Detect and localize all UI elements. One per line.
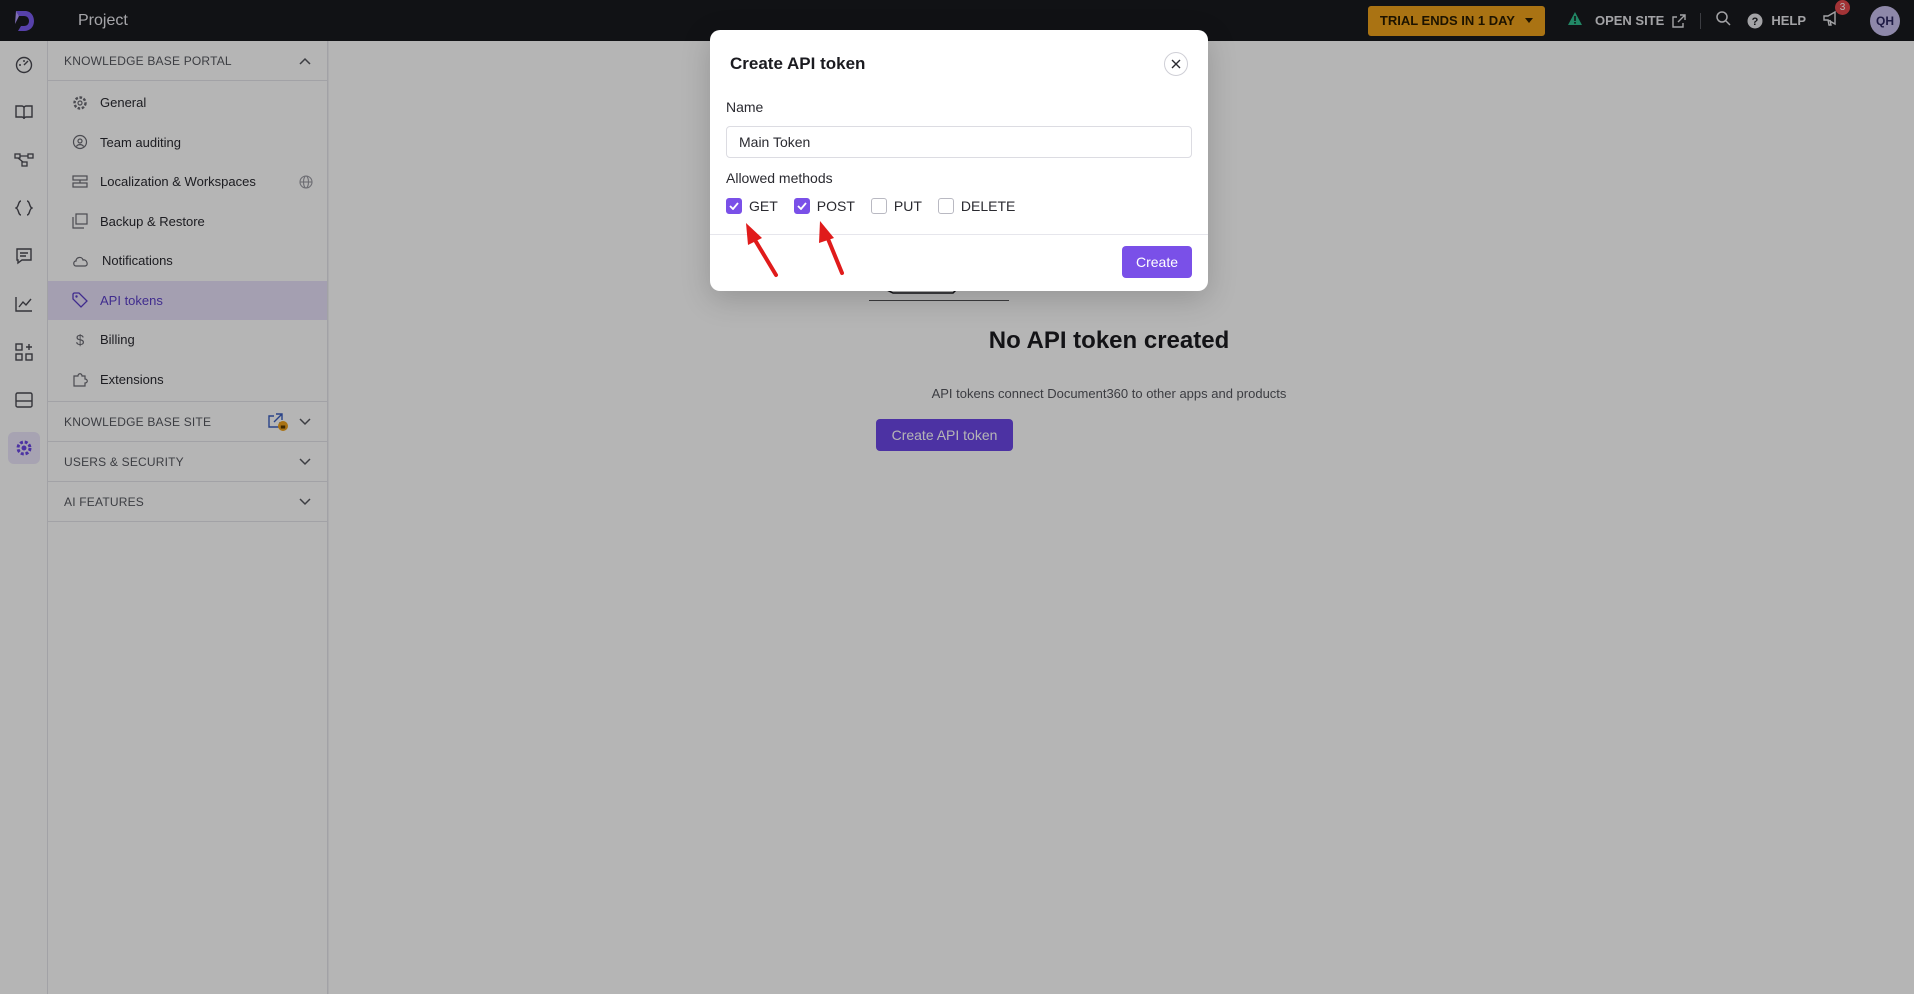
get-checkbox[interactable] xyxy=(726,198,742,214)
checkmark-icon xyxy=(729,202,739,210)
checkmark-icon xyxy=(797,202,807,210)
method-label: GET xyxy=(749,198,778,214)
method-put-option[interactable]: PUT xyxy=(870,198,922,214)
method-label: DELETE xyxy=(960,198,1016,214)
modal-divider xyxy=(710,234,1208,235)
method-label: POST xyxy=(816,198,855,214)
method-delete-option[interactable]: DELETE xyxy=(937,198,1016,214)
close-icon xyxy=(1171,59,1181,69)
name-label: Name xyxy=(726,99,764,115)
delete-checkbox[interactable] xyxy=(937,198,954,214)
allowed-methods-group: GET POST PUT DELETE xyxy=(726,198,1031,214)
token-name-input[interactable] xyxy=(726,126,1192,158)
method-post-option[interactable]: POST xyxy=(793,198,855,214)
create-button[interactable]: Create xyxy=(1122,246,1192,278)
close-button[interactable] xyxy=(1164,52,1188,76)
allowed-methods-label: Allowed methods xyxy=(726,170,833,186)
modal-title: Create API token xyxy=(730,54,866,73)
method-label: PUT xyxy=(893,198,922,214)
put-checkbox[interactable] xyxy=(870,198,887,214)
post-checkbox[interactable] xyxy=(793,198,810,214)
method-get-option[interactable]: GET xyxy=(726,198,778,214)
create-api-token-modal: Create API token Name Allowed methods GE… xyxy=(710,30,1208,291)
